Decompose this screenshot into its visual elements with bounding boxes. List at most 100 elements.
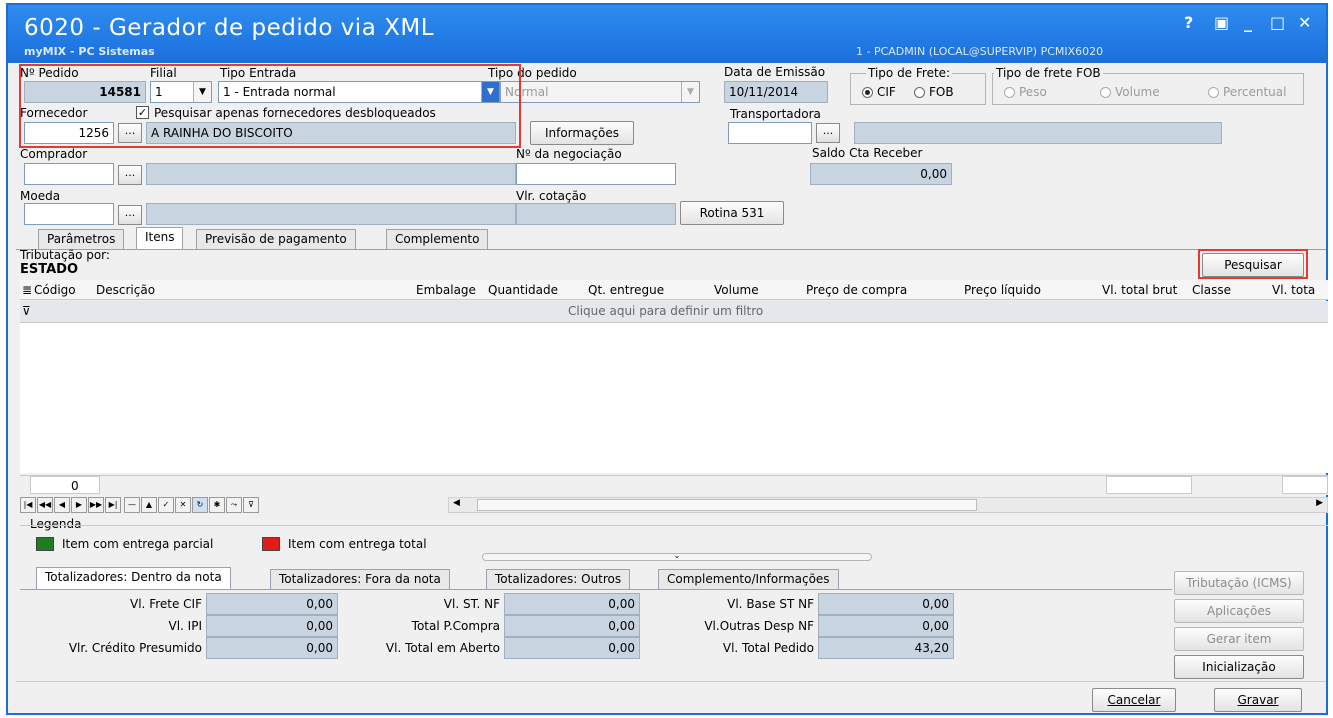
outras-desp-label: Vl.Outras Desp NF	[704, 619, 814, 633]
delete-icon[interactable]: —	[124, 497, 140, 513]
help-icon[interactable]: ?	[1184, 13, 1193, 32]
base-st-label: Vl. Base ST NF	[727, 597, 814, 611]
tributacao-label: Tributação por:	[20, 248, 110, 262]
informacoes-button[interactable]: Informações	[530, 121, 634, 145]
grid-footer: 0	[20, 475, 1328, 495]
total-compra-field: 0,00	[504, 615, 640, 637]
scroll-thumb[interactable]	[477, 499, 977, 511]
tab-itens[interactable]: Itens	[136, 227, 184, 249]
bookmark-icon[interactable]: ✱	[209, 497, 225, 513]
saldo-field: 0,00	[810, 163, 952, 185]
chevron-down-icon[interactable]: ▼	[681, 82, 699, 102]
comprador-label: Comprador	[20, 147, 88, 161]
filter-hint[interactable]: Clique aqui para definir um filtro	[568, 304, 763, 318]
edit-icon[interactable]: ✓	[158, 497, 174, 513]
filter-icon[interactable]: ⊽	[243, 497, 259, 513]
col-preco-compra[interactable]: Preço de compra	[806, 283, 907, 297]
items-grid-body[interactable]	[20, 323, 1328, 473]
maximize-icon[interactable]: □	[1270, 13, 1285, 32]
col-vl-total[interactable]: Vl. tota	[1272, 283, 1315, 297]
tab-parametros[interactable]: Parâmetros	[38, 229, 125, 249]
col-qt-entregue[interactable]: Qt. entregue	[588, 283, 664, 297]
comprador-code-field[interactable]	[24, 163, 114, 185]
fob-percentual-radio[interactable]	[1208, 87, 1219, 98]
window-title: 6020 - Gerador de pedido via XML	[24, 15, 435, 41]
next-page-icon[interactable]: ▶▶	[88, 497, 104, 513]
goto-bookmark-icon[interactable]: ⤳	[226, 497, 242, 513]
cancelar-button[interactable]: Cancelar	[1092, 688, 1176, 712]
last-page-icon[interactable]: ▶|	[105, 497, 121, 513]
legend-total-label: Item com entrega total	[288, 537, 427, 551]
col-codigo[interactable]: Código	[34, 283, 76, 297]
fob-percentual-label: Percentual	[1223, 85, 1287, 99]
fob-volume-label: Volume	[1115, 85, 1160, 99]
fob-peso-radio[interactable]	[1004, 87, 1015, 98]
totals-tabs: Totalizadores: Dentro da nota Totalizado…	[8, 567, 1326, 591]
cancel-icon[interactable]: ✕	[175, 497, 191, 513]
total-compra-label: Total P.Compra	[411, 619, 500, 633]
col-vl-total-brut[interactable]: Vl. total brut	[1102, 283, 1177, 297]
data-emissao-field[interactable]: 10/11/2014	[724, 81, 828, 103]
tributacao-icms-button[interactable]: Tributação (ICMS)	[1174, 571, 1304, 595]
scroll-right-icon[interactable]: ▶	[1316, 498, 1323, 508]
gravar-button[interactable]: Gravar	[1214, 688, 1302, 712]
col-preco-liquido[interactable]: Preço líquido	[964, 283, 1041, 297]
transportadora-lookup-button[interactable]: ...	[816, 123, 840, 143]
app-window: 6020 - Gerador de pedido via XML myMIX -…	[6, 3, 1328, 715]
horizontal-scrollbar[interactable]: ◀ ▶	[448, 497, 1328, 513]
legend-total-swatch	[262, 537, 280, 551]
restore-icon[interactable]: ▣	[1214, 13, 1229, 32]
negociacao-field[interactable]	[516, 163, 676, 185]
frete-cif-radio[interactable]	[862, 87, 873, 98]
next-icon[interactable]: ▶	[71, 497, 87, 513]
moeda-name-field	[146, 203, 516, 225]
cotacao-field	[516, 203, 676, 225]
col-quantidade[interactable]: Quantidade	[488, 283, 558, 297]
scroll-left-icon[interactable]: ◀	[453, 498, 460, 508]
refresh-icon[interactable]: ↻	[192, 497, 208, 513]
cotacao-label: Vlr. cotação	[516, 189, 587, 203]
column-chooser-icon[interactable]: ≣	[22, 283, 32, 297]
frete-cif-field: 0,00	[206, 593, 338, 615]
inicializacao-button[interactable]: Inicialização	[1174, 655, 1304, 679]
col-classe[interactable]: Classe	[1192, 283, 1231, 297]
fob-volume-radio[interactable]	[1100, 87, 1111, 98]
gerar-item-button[interactable]: Gerar item	[1174, 627, 1304, 651]
rotina-531-button[interactable]: Rotina 531	[680, 201, 784, 225]
comprador-name-field	[146, 163, 516, 185]
user-info: 1 - PCADMIN (LOCAL@SUPERVIP) PCMIX6020	[856, 45, 1104, 58]
tipo-pedido-select[interactable]: Normal ▼	[500, 81, 700, 103]
transportadora-code-field[interactable]	[728, 122, 812, 144]
title-bar: 6020 - Gerador de pedido via XML myMIX -…	[8, 5, 1326, 63]
prev-icon[interactable]: ◀	[54, 497, 70, 513]
moeda-code-field[interactable]	[24, 203, 114, 225]
aplicacoes-button[interactable]: Aplicações	[1174, 599, 1304, 623]
main-tabs: Parâmetros Itens Previsão de pagamento C…	[8, 227, 1326, 251]
filter-icon[interactable]: ⊽	[22, 304, 31, 318]
tab-previsao-pagamento[interactable]: Previsão de pagamento	[196, 229, 356, 249]
comprador-lookup-button[interactable]: ...	[118, 165, 142, 185]
frete-fob-label: FOB	[929, 85, 954, 99]
first-page-icon[interactable]: |◀	[20, 497, 36, 513]
frete-fob-radio[interactable]	[914, 87, 925, 98]
col-volume[interactable]: Volume	[714, 283, 759, 297]
prev-page-icon[interactable]: ◀◀	[37, 497, 53, 513]
tab-complemento-info[interactable]: Complemento/Informações	[658, 569, 839, 589]
st-nf-label: Vl. ST. NF	[443, 597, 500, 611]
filter-row[interactable]: ⊽ Clique aqui para definir um filtro	[20, 301, 1328, 323]
ipi-field: 0,00	[206, 615, 338, 637]
col-embalage[interactable]: Embalage	[416, 283, 476, 297]
moeda-lookup-button[interactable]: ...	[118, 205, 142, 225]
tab-totais-outros[interactable]: Totalizadores: Outros	[486, 569, 631, 589]
tab-complemento[interactable]: Complemento	[386, 229, 489, 249]
close-icon[interactable]: ✕	[1298, 13, 1311, 32]
tipo-frete-label: Tipo de Frete:	[866, 66, 953, 80]
col-descricao[interactable]: Descrição	[96, 283, 155, 297]
outras-desp-field: 0,00	[818, 615, 954, 637]
tab-totais-fora[interactable]: Totalizadores: Fora da nota	[270, 569, 450, 589]
splitter-handle[interactable]: ⌄	[482, 552, 872, 561]
minimize-icon[interactable]: _	[1244, 13, 1252, 32]
fob-peso-label: Peso	[1019, 85, 1047, 99]
tab-totais-dentro[interactable]: Totalizadores: Dentro da nota	[36, 567, 231, 589]
insert-icon[interactable]: ▲	[141, 497, 157, 513]
